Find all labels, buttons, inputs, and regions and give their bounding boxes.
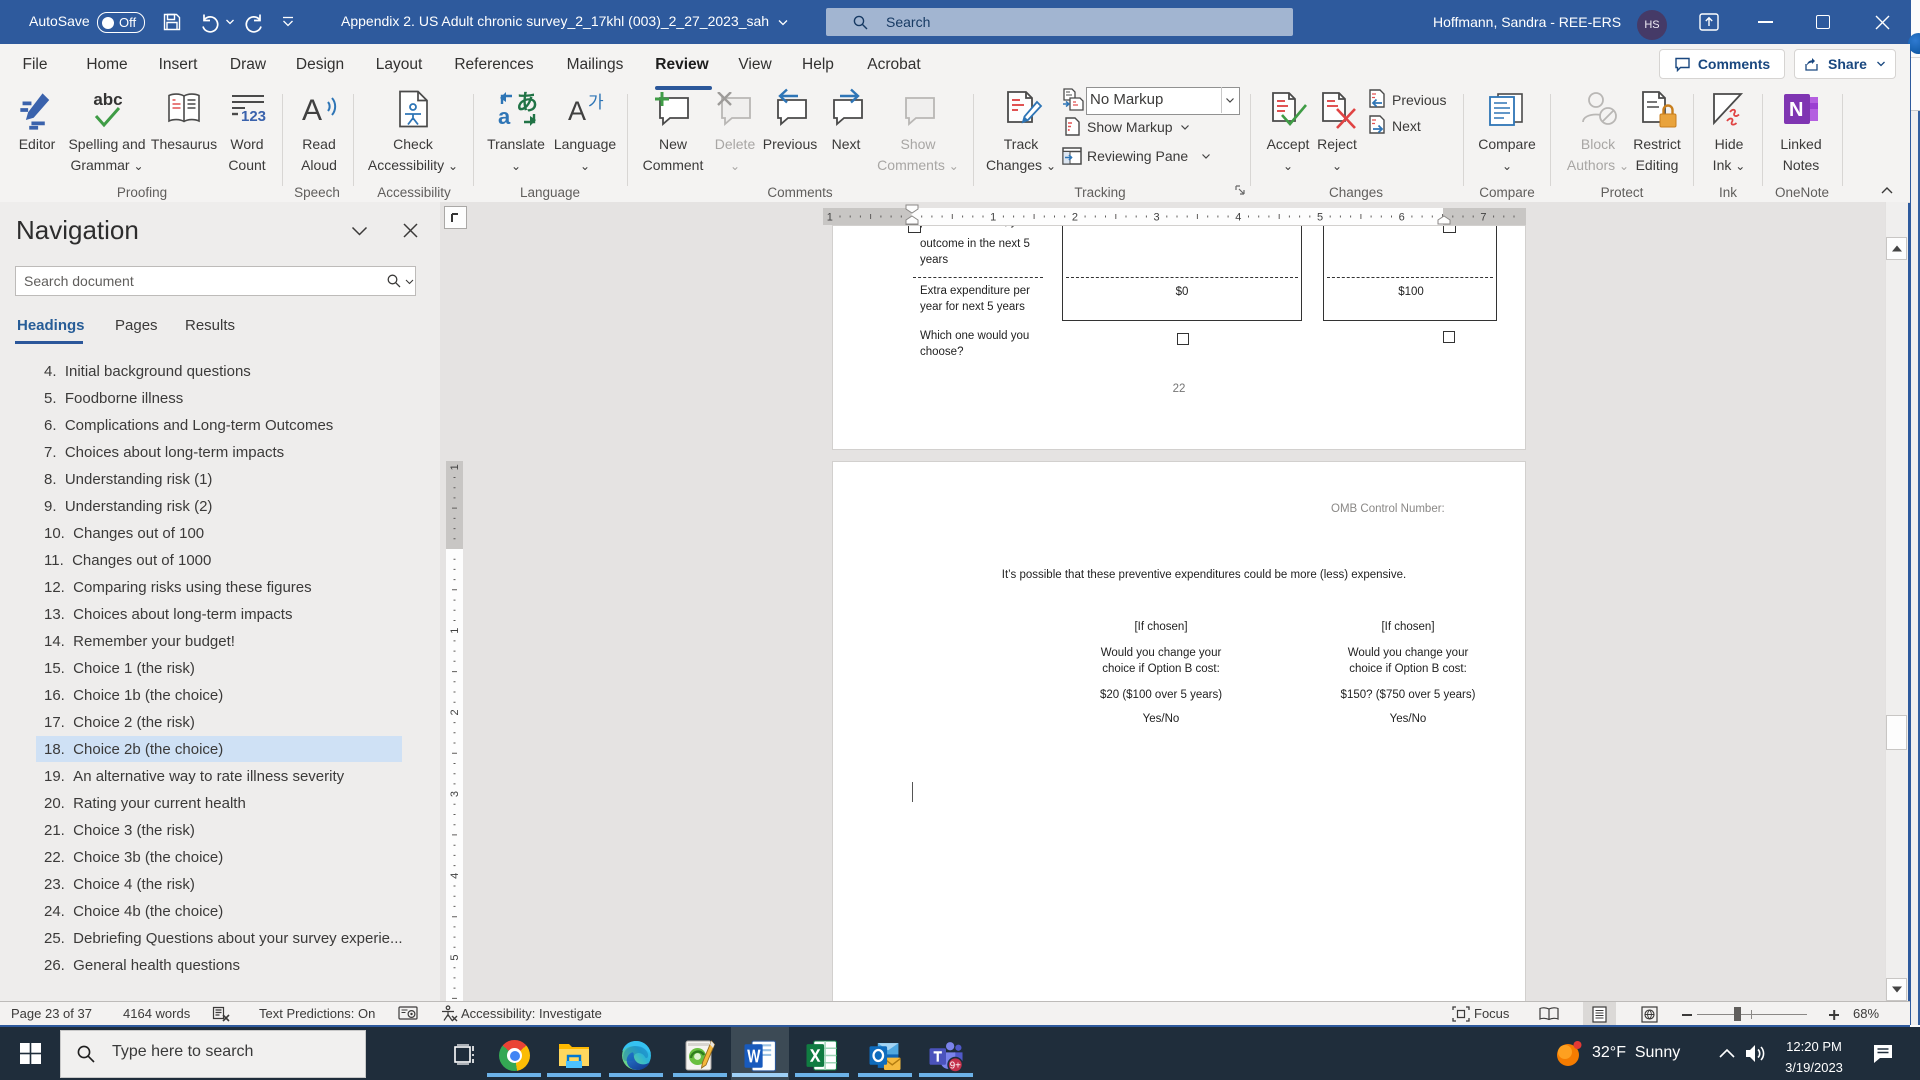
svg-text:1: 1 <box>990 212 996 224</box>
svg-text:5: 5 <box>1317 212 1323 224</box>
svg-text:3: 3 <box>1154 212 1160 224</box>
svg-text:4: 4 <box>449 873 461 879</box>
svg-text:9+: 9+ <box>950 1060 961 1071</box>
svg-text:a: a <box>498 104 511 128</box>
svg-text:A: A <box>302 94 322 126</box>
svg-text:7: 7 <box>1480 212 1486 224</box>
svg-text:2: 2 <box>449 709 461 715</box>
svg-text:4: 4 <box>1235 212 1241 224</box>
svg-text:あ: あ <box>516 90 538 115</box>
svg-text:123: 123 <box>241 108 266 125</box>
svg-text:A: A <box>568 96 586 126</box>
svg-text:6: 6 <box>1399 212 1405 224</box>
svg-text:2: 2 <box>1072 212 1078 224</box>
svg-text:N: N <box>1789 99 1803 121</box>
svg-text:1: 1 <box>449 628 461 634</box>
svg-text:1: 1 <box>449 464 461 470</box>
svg-text:1: 1 <box>827 212 833 224</box>
svg-text:5: 5 <box>449 954 461 960</box>
svg-text:3: 3 <box>449 791 461 797</box>
svg-text:가: 가 <box>588 93 604 112</box>
